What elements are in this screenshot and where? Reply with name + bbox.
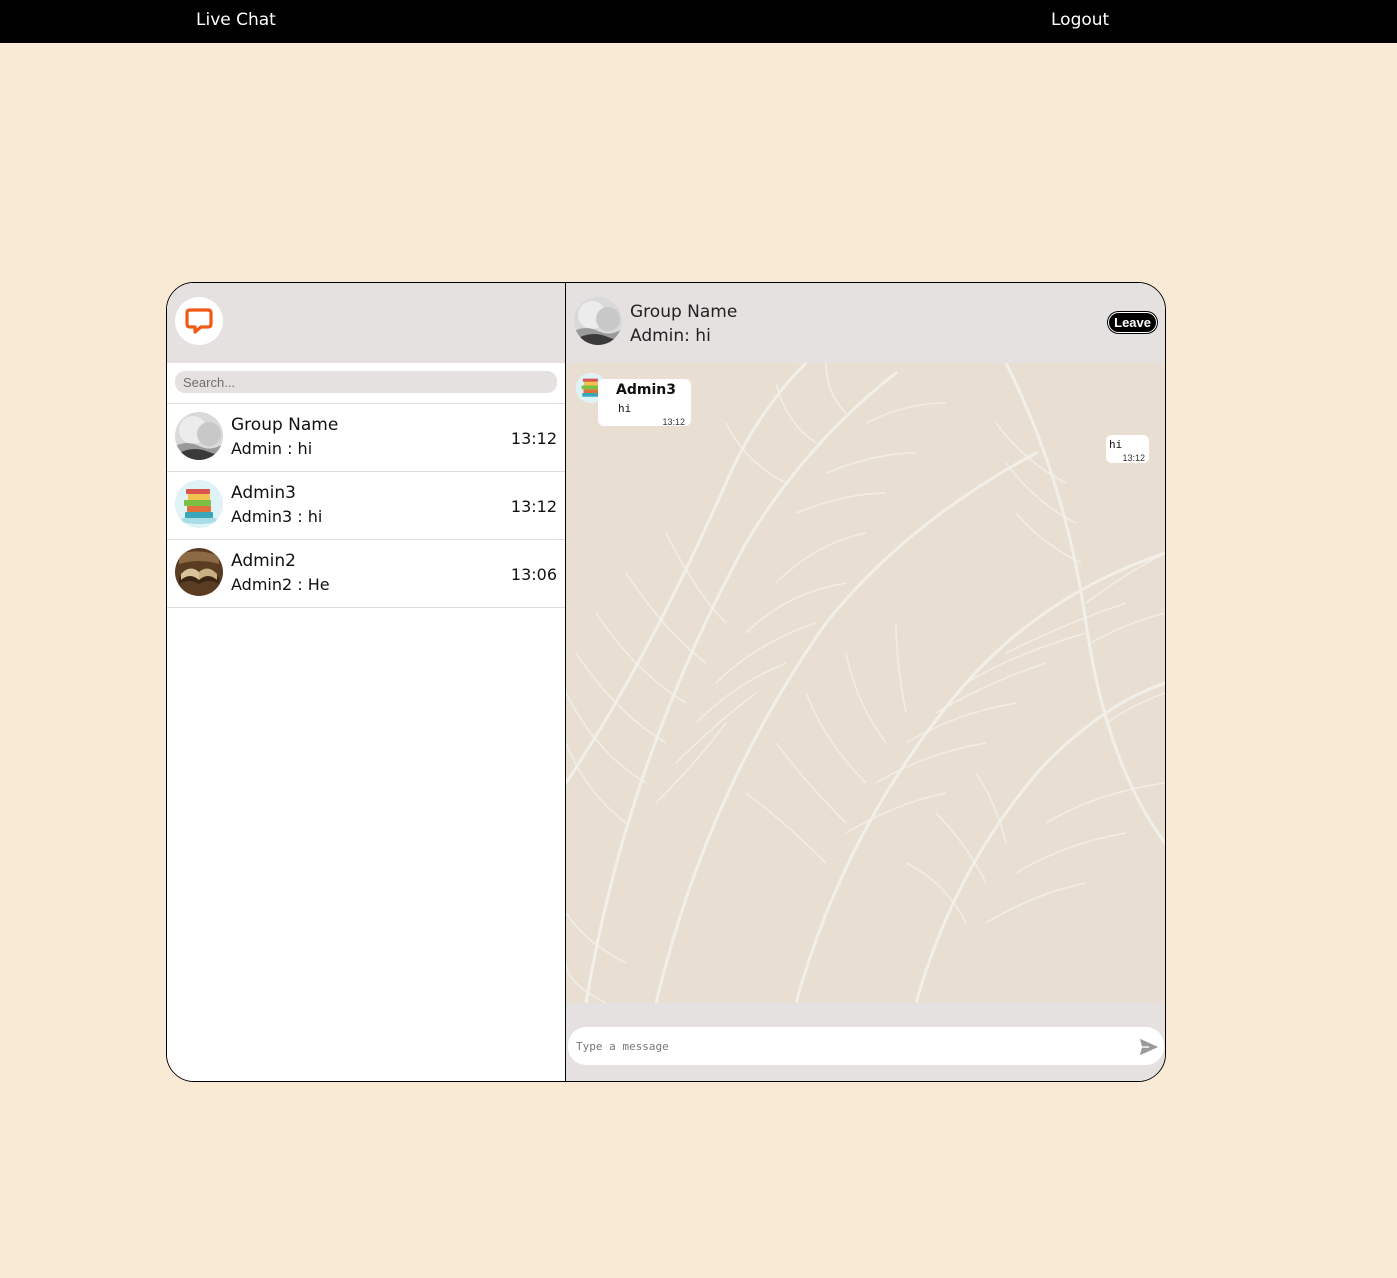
chat-sidebar: Group Name Admin : hi 13:12 Adm [167,283,566,1081]
search-bar [167,363,565,404]
conversation-header: Group Name Admin: hi Leave [566,283,1165,363]
snowy-landscape-avatar [175,412,223,460]
conversation-subtitle: Admin: hi [630,326,711,346]
logout-link[interactable]: Logout [1051,10,1109,30]
brand-title[interactable]: Live Chat [196,10,276,30]
chat-app-window: Group Name Admin : hi 13:12 Adm [166,282,1166,1082]
chat-time: 13:12 [510,497,557,516]
chat-bubble-logo-icon [175,297,223,345]
snowy-landscape-avatar[interactable] [574,297,622,345]
message-time: 13:12 [662,417,685,427]
chat-preview: Admin : hi [231,439,313,458]
sidebar-header [167,283,565,363]
message-text: hi [618,402,632,415]
books-stack-avatar [175,480,223,528]
conversation-panel: Group Name Admin: hi Leave Admin3 hi 13:… [566,283,1165,1081]
chat-list-item-admin3[interactable]: Admin3 Admin3 : hi 13:12 [167,472,565,540]
chat-name: Admin3 [231,483,296,503]
message-sender: Admin3 [616,382,676,398]
open-book-avatar [175,548,223,596]
message-composer [566,1003,1165,1081]
conversation-title: Group Name [630,302,738,322]
top-navbar: Live Chat Logout [0,0,1397,43]
message-time: 13:12 [1122,453,1145,463]
chat-list: Group Name Admin : hi 13:12 Admin3 Admin… [167,404,565,608]
chat-name: Group Name [231,415,339,435]
chat-list-item-admin2[interactable]: Admin2 Admin2 : He 13:06 [167,540,565,608]
outgoing-message-bubble: hi 13:12 [1106,435,1149,463]
chat-list-item-group-name[interactable]: Group Name Admin : hi 13:12 [167,404,565,472]
chat-preview: Admin2 : He [231,575,330,594]
chat-time: 13:12 [510,429,557,448]
chat-preview: Admin3 : hi [231,507,323,526]
leave-button[interactable]: Leave [1108,312,1157,333]
message-input[interactable] [568,1027,1164,1065]
incoming-message-bubble: Admin3 hi 13:12 [598,379,691,427]
chat-name: Admin2 [231,551,296,571]
message-text: hi [1109,438,1123,451]
send-icon[interactable] [1138,1036,1160,1058]
chat-time: 13:06 [510,565,557,584]
leaf-wallpaper [566,363,1165,1003]
message-area[interactable]: Admin3 hi 13:12 hi 13:12 [566,363,1165,1003]
search-input[interactable] [175,371,557,393]
